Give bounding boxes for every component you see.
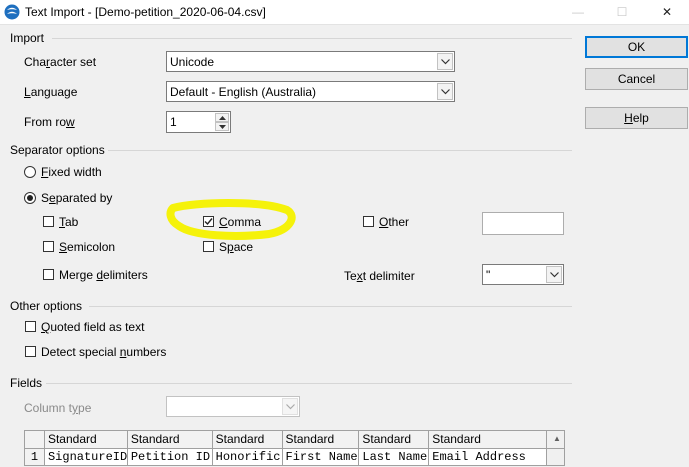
other-options-section-label: Other options — [10, 299, 83, 313]
help-button[interactable]: Help — [585, 107, 688, 129]
column-type-label: Column type — [24, 401, 92, 415]
table-cell[interactable]: Honorific — [213, 449, 283, 465]
fields-divider — [46, 383, 572, 384]
language-value: Default - English (Australia) — [170, 84, 317, 99]
grid-scrollbar-track[interactable] — [547, 449, 564, 465]
comma-checkbox[interactable] — [203, 216, 214, 227]
from-row-label: From row — [24, 115, 75, 129]
table-cell[interactable]: Last Name — [359, 449, 430, 465]
ok-button[interactable]: OK — [585, 36, 688, 58]
table-row: 1 SignatureID Petition ID Honorific Firs… — [25, 449, 564, 465]
minimize-button[interactable]: — — [556, 0, 600, 24]
text-delimiter-select[interactable]: " — [482, 264, 564, 285]
scroll-up-icon: ▲ — [553, 434, 561, 443]
cancel-button[interactable]: Cancel — [585, 68, 688, 90]
tab-checkbox[interactable] — [43, 216, 54, 227]
merge-delimiters-label: Merge delimiters — [59, 268, 148, 282]
text-delimiter-value: " — [486, 267, 491, 282]
column-header[interactable]: Standard — [359, 431, 430, 448]
minimize-icon: — — [572, 5, 584, 19]
other-options-divider — [89, 306, 572, 307]
spin-down-icon[interactable] — [215, 122, 229, 131]
window-title: Text Import - [Demo-petition_2020-06-04.… — [25, 5, 266, 19]
table-cell[interactable]: Email Address — [429, 449, 548, 465]
import-divider — [52, 38, 572, 39]
tab-label: Tab — [59, 215, 79, 229]
column-header[interactable]: Standard — [128, 431, 213, 448]
table-cell[interactable]: First Name — [283, 449, 360, 465]
language-label: Language — [24, 85, 78, 99]
semicolon-checkbox[interactable] — [43, 241, 54, 252]
semicolon-label: Semicolon — [59, 240, 116, 254]
maximize-button[interactable]: ☐ — [600, 0, 644, 24]
separated-by-label: Separated by — [41, 191, 113, 205]
column-header[interactable]: Standard — [429, 431, 547, 448]
character-set-value: Unicode — [170, 54, 215, 69]
quoted-field-label: Quoted field as text — [41, 320, 145, 334]
separator-options-divider — [108, 150, 572, 151]
close-button[interactable]: ✕ — [645, 0, 689, 24]
language-select[interactable]: Default - English (Australia) — [166, 81, 455, 102]
chevron-down-icon — [282, 398, 298, 415]
checkmark-icon — [204, 218, 213, 226]
quoted-field-checkbox[interactable] — [25, 321, 36, 332]
grid-scrollbar-up[interactable]: ▲ — [547, 431, 564, 448]
libreoffice-app-icon — [4, 4, 20, 20]
chevron-down-icon — [437, 83, 453, 100]
close-icon: ✕ — [661, 5, 673, 19]
title-bar: Text Import - [Demo-petition_2020-06-04.… — [0, 0, 689, 24]
detect-special-numbers-checkbox[interactable] — [25, 346, 36, 357]
text-delimiter-label: Text delimiter — [344, 269, 415, 283]
table-cell[interactable]: SignatureID — [45, 449, 128, 465]
row-number: 1 — [25, 449, 45, 465]
separated-by-radio[interactable] — [24, 192, 36, 204]
chevron-down-icon — [546, 266, 562, 283]
grid-corner — [25, 431, 45, 448]
import-section-label: Import — [10, 31, 45, 45]
space-checkbox[interactable] — [203, 241, 214, 252]
maximize-icon: ☐ — [616, 5, 628, 19]
fixed-width-radio[interactable] — [24, 166, 36, 178]
column-header[interactable]: Standard — [283, 431, 360, 448]
column-header[interactable]: Standard — [213, 431, 283, 448]
table-cell[interactable]: Petition ID — [128, 449, 213, 465]
other-separator-input[interactable] — [482, 212, 564, 235]
chevron-down-icon — [437, 53, 453, 70]
space-label: Space — [219, 240, 254, 254]
separator-options-section-label: Separator options — [10, 143, 105, 157]
from-row-value: 1 — [170, 115, 177, 129]
other-label: Other — [379, 215, 410, 229]
grid-header-row: Standard Standard Standard Standard Stan… — [25, 431, 564, 449]
fields-preview-grid[interactable]: Standard Standard Standard Standard Stan… — [24, 430, 565, 466]
fields-section-label: Fields — [10, 376, 43, 390]
column-type-select[interactable] — [166, 396, 300, 417]
fixed-width-label: Fixed width — [41, 165, 102, 179]
spin-up-icon[interactable] — [215, 113, 229, 122]
detect-special-numbers-label: Detect special numbers — [41, 345, 167, 359]
comma-label: Comma — [219, 215, 262, 229]
other-checkbox[interactable] — [363, 216, 374, 227]
merge-delimiters-checkbox[interactable] — [43, 269, 54, 280]
character-set-label: Character set — [24, 55, 97, 69]
from-row-spinner[interactable]: 1 — [166, 111, 231, 133]
column-header[interactable]: Standard — [45, 431, 128, 448]
character-set-select[interactable]: Unicode — [166, 51, 455, 72]
radio-selected-dot — [27, 195, 33, 201]
